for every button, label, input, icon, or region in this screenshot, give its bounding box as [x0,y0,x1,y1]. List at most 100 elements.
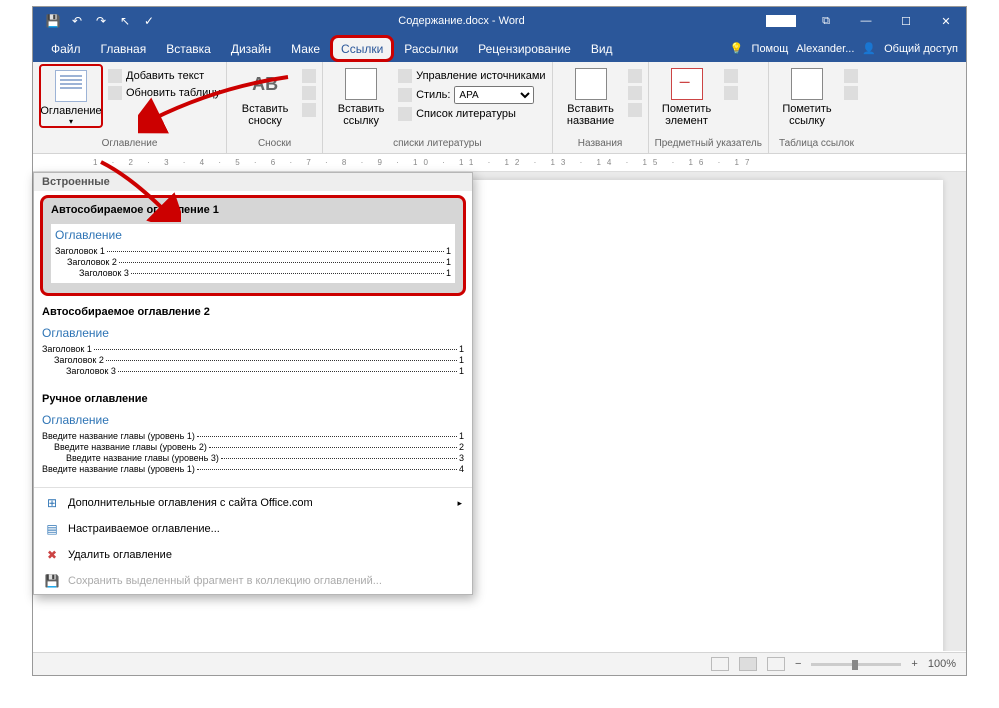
style-select[interactable]: APA [454,86,534,104]
zoom-slider[interactable] [811,663,901,666]
ribbon-tabs: Файл Главная Вставка Дизайн Маке Ссылки … [33,35,966,62]
quick-access-toolbar: 💾 ↶ ↷ ↖ ✓ [33,13,157,29]
group-captions: Вставить название Названия [553,62,649,153]
tell-me[interactable]: Помощ [752,43,789,55]
update-toa-button[interactable] [844,86,858,100]
more-toc-office-com[interactable]: ⊞Дополнительные оглавления с сайта Offic… [34,490,472,516]
tab-mailings[interactable]: Рассылки [394,35,468,62]
toc-option-auto2[interactable]: Автособираемое оглавление 2 Оглавление З… [34,300,472,387]
save-gallery-icon: 💾 [44,573,60,589]
page[interactable] [473,180,943,651]
tab-review[interactable]: Рецензирование [468,35,581,62]
maximize-icon[interactable]: ☐ [886,7,926,35]
tell-me-icon[interactable]: 💡 [730,42,744,55]
update-icon [108,86,122,100]
caption-icon [575,68,607,100]
toc-gallery-dropdown: Встроенные Автособираемое оглавление 1 О… [33,172,473,595]
print-layout-icon[interactable] [739,657,757,671]
insert-caption-button[interactable]: Вставить название [559,64,623,127]
save-icon[interactable]: 💾 [45,13,61,29]
spellcheck-icon[interactable]: ✓ [141,13,157,29]
word-window: 💾 ↶ ↷ ↖ ✓ Содержание.docx - Word ⧉ — ☐ ✕… [32,6,967,676]
pointer-icon[interactable]: ↖ [117,13,133,29]
show-notes-button[interactable] [302,103,316,117]
chevron-right-icon: ▸ [457,498,462,509]
mark-citation-icon [791,68,823,100]
bibliography-button[interactable]: Список литературы [398,107,545,121]
ribbon-mode-icon[interactable] [766,15,796,27]
show-notes-icon [302,103,316,117]
ribbon: Оглавление ▾ Добавить текст Обновить таб… [33,62,966,154]
read-mode-icon[interactable] [711,657,729,671]
toc-auto1-title: Автособираемое оглавление 1 [51,204,455,216]
zoom-out-icon[interactable]: − [795,658,801,670]
cross-reference-button[interactable] [628,103,642,117]
update-table-button[interactable]: Обновить таблицу [108,86,220,100]
insert-endnote-button[interactable] [302,69,316,83]
share-button[interactable]: Общий доступ [884,43,958,55]
restore-icon[interactable]: ⧉ [806,7,846,35]
table-of-contents-button[interactable]: Оглавление ▾ [39,64,103,128]
horizontal-ruler[interactable]: 1 · 2 · 3 · 4 · 5 · 6 · 7 · 8 · 9 · 10 ·… [33,154,966,172]
manage-sources-icon [398,69,412,83]
insert-tof-button[interactable] [628,69,642,83]
toc-auto2-title: Автособираемое оглавление 2 [42,306,464,318]
toc-manual-title: Ручное оглавление [42,393,464,405]
endnote-icon [302,69,316,83]
toc-sample-heading: Оглавление [55,228,451,242]
zoom-level[interactable]: 100% [928,658,956,670]
redo-icon[interactable]: ↷ [93,13,109,29]
update-tof-icon [628,86,642,100]
bibliography-icon [398,107,412,121]
update-index-button[interactable] [724,86,738,100]
custom-toc[interactable]: ▤Настраиваемое оглавление... [34,516,472,542]
save-selection-to-gallery: 💾Сохранить выделенный фрагмент в коллекц… [34,568,472,594]
style-icon [398,88,412,102]
gallery-header-builtin: Встроенные [34,173,472,191]
zoom-in-icon[interactable]: + [911,658,917,670]
toc-icon [55,70,87,102]
tab-home[interactable]: Главная [91,35,157,62]
style-selector[interactable]: Стиль: APA [398,86,545,104]
insert-index-icon [724,69,738,83]
mark-citation-button[interactable]: Пометить ссылку [775,64,839,127]
document-area[interactable] [473,172,966,651]
group-authorities: Пометить ссылку Таблица ссылок [769,62,864,153]
insert-toa-button[interactable] [844,69,858,83]
toa-icon [844,69,858,83]
toc-option-auto1[interactable]: Автособираемое оглавление 1 Оглавление З… [40,195,466,296]
chevron-down-icon: ▾ [69,117,73,126]
toc-option-manual[interactable]: Ручное оглавление Оглавление Введите наз… [34,387,472,485]
index-icon: – [671,68,703,100]
insert-footnote-button[interactable]: AB Вставить сноску [233,64,297,127]
insert-citation-button[interactable]: Вставить ссылку [329,64,393,127]
insert-index-button[interactable] [724,69,738,83]
next-footnote-icon [302,86,316,100]
mark-index-entry-button[interactable]: – Пометить элемент [655,64,719,127]
tab-layout[interactable]: Маке [281,35,330,62]
group-label-captions: Названия [559,138,642,151]
tab-insert[interactable]: Вставка [156,35,221,62]
group-toc: Оглавление ▾ Добавить текст Обновить таб… [33,62,227,153]
tab-design[interactable]: Дизайн [221,35,281,62]
update-tof-button[interactable] [628,86,642,100]
tab-references[interactable]: Ссылки [330,35,394,62]
group-label-index: Предметный указатель [655,138,762,151]
remove-toc[interactable]: ✖Удалить оглавление [34,542,472,568]
undo-icon[interactable]: ↶ [69,13,85,29]
web-layout-icon[interactable] [767,657,785,671]
office-icon: ⊞ [44,495,60,511]
minimize-icon[interactable]: — [846,7,886,35]
tab-view[interactable]: Вид [581,35,623,62]
close-icon[interactable]: ✕ [926,7,966,35]
user-name[interactable]: Alexander... [796,43,854,55]
footnote-icon: AB [249,68,281,100]
add-text-button[interactable]: Добавить текст [108,69,220,83]
group-citations: Вставить ссылку Управление источниками С… [323,62,552,153]
remove-icon: ✖ [44,547,60,563]
tof-icon [628,69,642,83]
update-toa-icon [844,86,858,100]
manage-sources-button[interactable]: Управление источниками [398,69,545,83]
next-footnote-button[interactable] [302,86,316,100]
tab-file[interactable]: Файл [41,35,91,62]
